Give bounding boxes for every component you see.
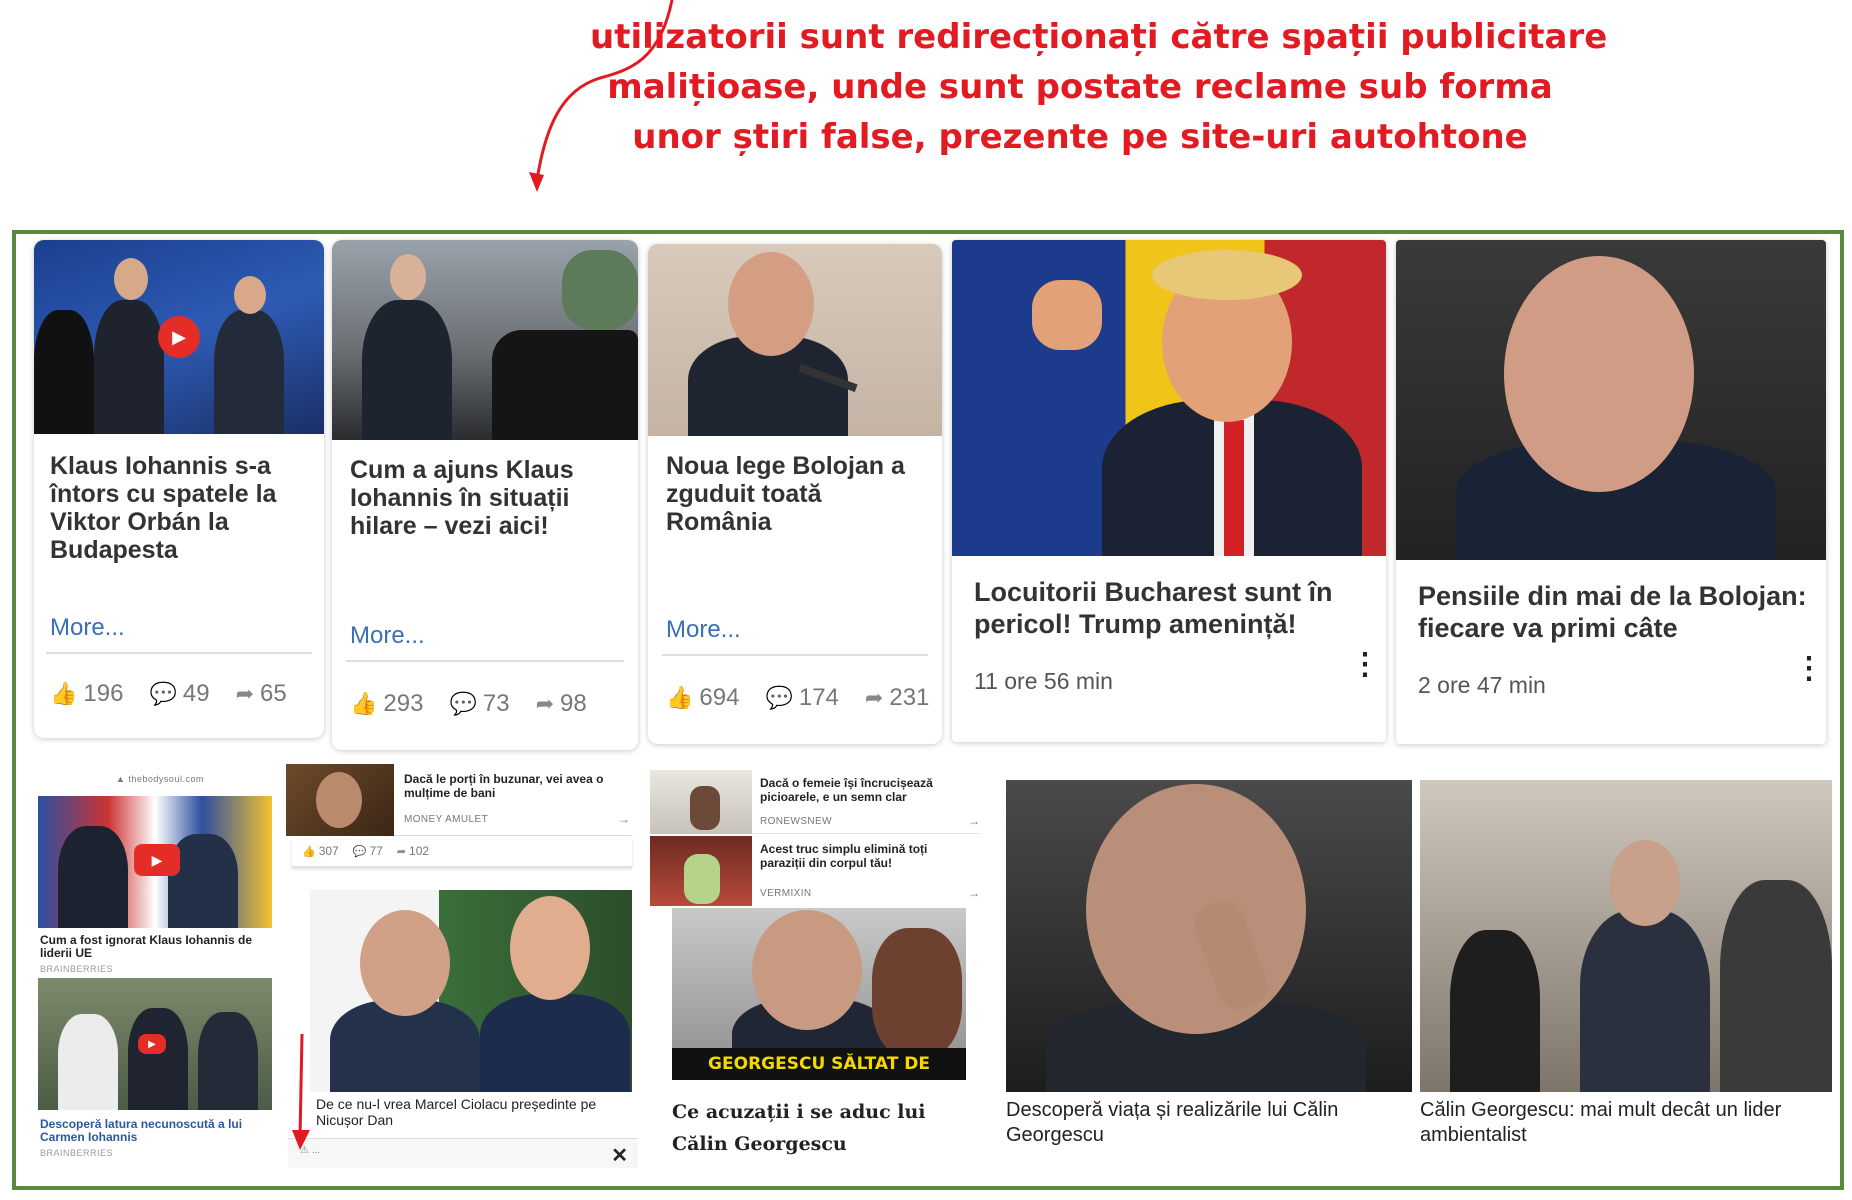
comment-count: 77 bbox=[369, 844, 383, 858]
ad-source: VERMIXIN bbox=[760, 888, 812, 899]
like-icon[interactable]: 👍 bbox=[302, 845, 316, 858]
sponsored-caption[interactable]: Descoperă latura necunoscută a lui Carme… bbox=[40, 1118, 270, 1144]
comment-count: 73 bbox=[482, 690, 510, 717]
engagement-stats: 👍 293 💬 73 ➦ 98 bbox=[350, 690, 587, 718]
news-thumbnail[interactable]: GEORGESCU SĂLTAT DE POLIȚIE bbox=[672, 908, 966, 1080]
news-thumbnail[interactable] bbox=[310, 890, 632, 1092]
article-thumbnail[interactable] bbox=[332, 240, 638, 440]
news-card[interactable]: Pensiile din mai de la Bolojan: fiecare … bbox=[1396, 240, 1826, 744]
comment-count: 174 bbox=[798, 684, 839, 711]
share-icon[interactable]: ➦ bbox=[397, 845, 406, 858]
share-icon[interactable]: ➦ bbox=[236, 681, 254, 707]
play-icon[interactable]: ▶ bbox=[158, 316, 200, 358]
like-icon[interactable]: 👍 bbox=[50, 681, 77, 707]
more-vert-icon[interactable]: ⋮ bbox=[1350, 650, 1380, 680]
news-caption[interactable]: Descoperă viața și realizările lui Călin… bbox=[1006, 1098, 1386, 1148]
more-link[interactable]: More... bbox=[666, 616, 741, 644]
news-thumbnail[interactable] bbox=[1396, 240, 1826, 560]
like-count: 293 bbox=[383, 690, 424, 717]
engagement-stats: 👍 694 💬 174 ➦ 231 bbox=[666, 684, 929, 712]
sponsored-source: BRAINBERRIES bbox=[40, 1148, 114, 1158]
sponsored-thumbnail[interactable]: ▶ bbox=[38, 978, 272, 1110]
divider bbox=[346, 660, 624, 662]
ad-title[interactable]: Dacă o femeie își încrucișează picioarel… bbox=[760, 776, 970, 804]
screenshot-frame: ▶ Klaus Iohannis s-a întors cu spatele l… bbox=[12, 230, 1844, 1190]
comment-count: 49 bbox=[182, 680, 210, 707]
headline-line-3: unor știri false, prezente pe site-uri a… bbox=[632, 117, 1528, 157]
annotation-arrow-icon bbox=[529, 0, 674, 192]
share-icon[interactable]: ➦ bbox=[536, 691, 554, 717]
sponsored-caption[interactable]: Cum a fost ignorat Klaus Iohannis de lid… bbox=[40, 934, 270, 960]
comment-icon[interactable]: 💬 bbox=[353, 845, 367, 858]
news-time: 11 ore 56 min bbox=[974, 668, 1113, 694]
like-count: 307 bbox=[318, 844, 339, 858]
annotation-headline: utilizatorii sunt redirecționați către s… bbox=[590, 12, 1608, 162]
engagement-stats: 👍 196 💬 49 ➦ 65 bbox=[50, 680, 287, 708]
article-thumbnail[interactable] bbox=[648, 244, 942, 436]
like-icon[interactable]: 👍 bbox=[350, 691, 377, 717]
share-count: 98 bbox=[560, 690, 587, 717]
news-time: 2 ore 47 min bbox=[1418, 672, 1546, 698]
news-title[interactable]: Locuitorii Bucharest sunt în pericol! Tr… bbox=[974, 576, 1374, 640]
arrow-right-icon[interactable]: → bbox=[618, 812, 630, 826]
sponsored-ad[interactable]: Acest truc simplu elimină toți paraziții… bbox=[650, 836, 980, 906]
ad-thumbnail[interactable] bbox=[650, 836, 752, 906]
sponsored-widget: ▲ thebodysoul.com ▶ Cum a fost ignorat K… bbox=[32, 774, 294, 1184]
divider bbox=[662, 654, 928, 656]
headline-line-1: utilizatorii sunt redirecționați către s… bbox=[590, 17, 1608, 57]
article-thumbnail[interactable]: ▶ bbox=[34, 240, 324, 434]
arrow-right-icon[interactable]: → bbox=[968, 814, 980, 828]
mini-stats-bar: 👍 307 💬 77 ➦ 102 bbox=[292, 840, 632, 868]
sponsored-source: BRAINBERRIES bbox=[40, 964, 114, 974]
play-icon[interactable]: ▶ bbox=[134, 844, 180, 876]
play-icon[interactable]: ▶ bbox=[138, 1034, 166, 1054]
headline-line-2: malițioase, unde sunt postate reclame su… bbox=[607, 67, 1553, 107]
share-count: 65 bbox=[260, 680, 287, 707]
ad-thumbnail[interactable] bbox=[286, 764, 394, 836]
share-icon[interactable]: ➦ bbox=[865, 685, 883, 711]
more-link[interactable]: More... bbox=[350, 622, 425, 650]
widget-domain[interactable]: ▲ thebodysoul.com bbox=[116, 774, 204, 784]
annotation-pointer-icon bbox=[292, 1034, 310, 1150]
article-card[interactable]: Noua lege Bolojan a zguduit toată Români… bbox=[648, 244, 942, 744]
news-card[interactable]: Locuitorii Bucharest sunt în pericol! Tr… bbox=[952, 240, 1386, 742]
news-caption[interactable]: Ce acuzații i se aduc lui Călin Georgesc… bbox=[672, 1096, 972, 1160]
news-title[interactable]: Pensiile din mai de la Bolojan: fiecare … bbox=[1418, 580, 1818, 644]
divider bbox=[46, 652, 312, 654]
news-caption[interactable]: Călin Georgescu: mai mult decât un lider… bbox=[1420, 1098, 1820, 1148]
news-thumbnail[interactable] bbox=[1006, 780, 1412, 1092]
ad-source: RONEWSNEW bbox=[760, 816, 832, 827]
news-thumbnail[interactable] bbox=[952, 240, 1386, 556]
share-count: 231 bbox=[889, 684, 930, 711]
ad-title[interactable]: Dacă le porți în buzunar, vei avea o mul… bbox=[404, 772, 626, 800]
sponsored-thumbnail[interactable]: ▶ bbox=[38, 796, 272, 928]
comment-icon[interactable]: 💬 bbox=[449, 691, 476, 717]
ad-source: MONEY AMULET bbox=[404, 814, 489, 825]
article-title[interactable]: Cum a ajuns Klaus Iohannis în situații h… bbox=[350, 456, 626, 540]
more-link[interactable]: More... bbox=[50, 614, 125, 642]
close-icon[interactable]: ✕ bbox=[611, 1143, 628, 1168]
ad-close-bar: ⚠ ... ✕ bbox=[288, 1138, 638, 1168]
news-thumbnail[interactable] bbox=[1420, 780, 1832, 1092]
comment-icon[interactable]: 💬 bbox=[765, 685, 792, 711]
news-banner: GEORGESCU SĂLTAT DE POLIȚIE bbox=[672, 1048, 966, 1080]
arrow-right-icon[interactable]: → bbox=[968, 886, 980, 900]
article-card[interactable]: Cum a ajuns Klaus Iohannis în situații h… bbox=[332, 240, 638, 750]
sponsored-ad[interactable]: Dacă o femeie își încrucișează picioarel… bbox=[650, 770, 980, 834]
sponsored-ad[interactable]: Dacă le porți în buzunar, vei avea o mul… bbox=[286, 764, 632, 836]
more-vert-icon[interactable]: ⋮ bbox=[1794, 654, 1824, 684]
news-caption[interactable]: De ce nu-l vrea Marcel Ciolacu președint… bbox=[316, 1096, 626, 1128]
article-title[interactable]: Klaus Iohannis s-a întors cu spatele la … bbox=[50, 452, 312, 564]
article-title[interactable]: Noua lege Bolojan a zguduit toată Români… bbox=[666, 452, 916, 536]
article-card[interactable]: ▶ Klaus Iohannis s-a întors cu spatele l… bbox=[34, 240, 324, 738]
share-count: 102 bbox=[409, 844, 430, 858]
ad-title[interactable]: Acest truc simplu elimină toți paraziții… bbox=[760, 842, 970, 870]
like-icon[interactable]: 👍 bbox=[666, 685, 693, 711]
like-count: 694 bbox=[699, 684, 740, 711]
ad-thumbnail[interactable] bbox=[650, 770, 752, 834]
comment-icon[interactable]: 💬 bbox=[149, 681, 176, 707]
like-count: 196 bbox=[83, 680, 124, 707]
